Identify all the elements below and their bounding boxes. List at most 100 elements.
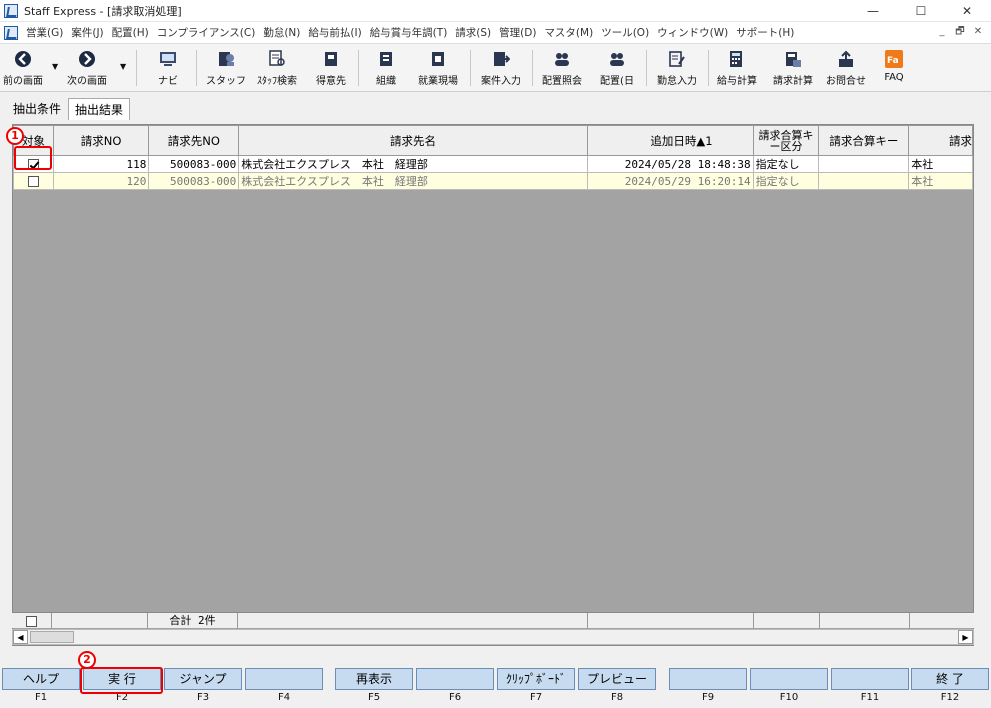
col-added-at[interactable]: 追加日時▲1: [586, 125, 754, 156]
mdi-app-icon[interactable]: [4, 25, 18, 40]
staff-button[interactable]: スタッフ: [204, 47, 248, 89]
mdi-minimize-button[interactable]: _: [935, 25, 949, 39]
billing-calc-icon: [783, 49, 803, 69]
arrow-right-icon: [77, 49, 97, 69]
client-button[interactable]: 得意先: [308, 47, 354, 89]
close-button[interactable]: ✕: [944, 0, 990, 22]
f10-button[interactable]: [750, 668, 828, 690]
mdi-restore-button[interactable]: 🗗: [953, 25, 967, 39]
billing-calc-button[interactable]: 請求計算: [766, 47, 820, 89]
people-day-icon: [607, 49, 627, 69]
mdi-close-button[interactable]: ✕: [971, 25, 985, 39]
menu-compliance[interactable]: コンプライアンス(C): [153, 25, 260, 40]
cell-added-at: 2024/05/28 18:48:38: [586, 155, 754, 173]
scroll-right-icon[interactable]: ▶: [958, 630, 973, 644]
scroll-left-icon[interactable]: ◀: [13, 630, 28, 644]
cell-billing-no: 120: [52, 172, 150, 190]
col-sum-key[interactable]: 請求合算キー: [818, 125, 910, 156]
table-row[interactable]: 120 500083-000 株式会社エクスプレス 本社 経理部 2024/05…: [13, 172, 973, 190]
f9-button[interactable]: [669, 668, 747, 690]
prev-dropdown-icon[interactable]: ▼: [52, 62, 58, 71]
menu-advance[interactable]: 給与前払(I): [304, 25, 365, 40]
org-button[interactable]: 組織: [366, 47, 406, 89]
menu-admin[interactable]: 管理(D): [495, 25, 540, 40]
col-billing-next[interactable]: 請求: [908, 125, 973, 156]
tab-conditions[interactable]: 抽出条件: [6, 97, 68, 120]
select-all-checkbox[interactable]: [26, 615, 37, 627]
cell-sum-key-type: 指定なし: [752, 155, 820, 173]
table-row[interactable]: 118 500083-000 株式会社エクスプレス 本社 経理部 2024/05…: [13, 155, 973, 173]
next-dropdown-icon[interactable]: ▼: [120, 62, 126, 71]
menu-master[interactable]: マスタ(M): [540, 25, 597, 40]
menu-sales[interactable]: 営業(G): [22, 25, 67, 40]
minimize-button[interactable]: —: [850, 0, 896, 22]
edit-doc-icon: [667, 49, 687, 69]
maximize-button[interactable]: ☐: [898, 0, 944, 22]
results-grid: 対象 請求NO 請求先NO 請求先名 追加日時▲1 請求合算キー区分 請求合算キ…: [12, 124, 974, 646]
menu-attendance[interactable]: 勤怠(N): [259, 25, 304, 40]
scroll-thumb[interactable]: [30, 631, 74, 643]
cell-billing-to-no: 500083-000: [148, 155, 240, 173]
case-input-icon: [491, 49, 511, 69]
f12-exit-button[interactable]: 終 了: [911, 668, 989, 690]
menu-support[interactable]: サポート(H): [732, 25, 798, 40]
menu-case[interactable]: 案件(J): [67, 25, 107, 40]
f3-jump-button[interactable]: ジャンプ: [164, 668, 242, 690]
attendance-input-button[interactable]: 勤怠入力: [650, 47, 704, 89]
svg-text:Fa: Fa: [887, 56, 899, 66]
case-input-button[interactable]: 案件入力: [474, 47, 528, 89]
upload-box-icon: [836, 49, 856, 69]
inquiry-button[interactable]: お問合せ: [822, 47, 870, 89]
staff-search-button[interactable]: ｽﾀｯﾌ検索: [250, 47, 304, 89]
f8-preview-button[interactable]: プレビュー: [578, 668, 656, 690]
menu-window[interactable]: ウィンドウ(W): [653, 25, 732, 40]
callout-2-box: [80, 667, 163, 694]
col-billing-to-no[interactable]: 請求先NO: [148, 125, 240, 156]
f6-button[interactable]: [416, 668, 494, 690]
next-screen-button[interactable]: 次の画面: [62, 47, 112, 89]
people-icon: [552, 49, 572, 69]
payroll-calc-button[interactable]: 給与計算: [710, 47, 764, 89]
cell-sum-key: [818, 155, 910, 173]
menu-billing[interactable]: 請求(S): [451, 25, 495, 40]
cell-sum-key-type: 指定なし: [752, 172, 820, 190]
menu-payroll[interactable]: 給与賞与年調(T): [366, 25, 452, 40]
assign-day-button[interactable]: 配置(日: [592, 47, 642, 89]
prev-screen-button[interactable]: 前の画面: [0, 47, 46, 89]
menu-assign[interactable]: 配置(H): [108, 25, 153, 40]
faq-button[interactable]: Fa FAQ: [874, 47, 914, 89]
window-title: Staff Express - [請求取消処理]: [24, 4, 182, 18]
faq-icon: Fa: [884, 49, 904, 69]
client-book-icon: [321, 49, 341, 69]
f7-clipboard-button[interactable]: ｸﾘｯﾌﾟﾎﾞｰﾄﾞ: [497, 668, 575, 690]
tab-strip: 抽出条件 抽出結果: [0, 97, 131, 120]
org-book-icon: [376, 49, 396, 69]
horizontal-scrollbar[interactable]: ◀ ▶: [12, 629, 974, 645]
cell-billing-next: 本社: [908, 155, 973, 173]
site-book-icon: [428, 49, 448, 69]
tab-results[interactable]: 抽出結果: [68, 98, 131, 120]
callout-1: 1: [6, 127, 24, 145]
arrow-left-icon: [13, 49, 33, 69]
f4-button[interactable]: [245, 668, 323, 690]
col-sum-key-type[interactable]: 請求合算キー区分: [752, 125, 820, 156]
f1-help-button[interactable]: ヘルプ: [2, 668, 80, 690]
monitor-icon: [158, 49, 178, 69]
navi-button[interactable]: ナビ: [148, 47, 188, 89]
app-icon: [4, 3, 18, 18]
menu-tools[interactable]: ツール(O): [597, 25, 653, 40]
cell-billing-to-name: 株式会社エクスプレス 本社 経理部: [238, 155, 588, 173]
results-table: 対象 請求NO 請求先NO 請求先名 追加日時▲1 請求合算キー区分 請求合算キ…: [13, 125, 973, 190]
f5-refresh-button[interactable]: 再表示: [335, 668, 413, 690]
col-billing-to-name[interactable]: 請求先名: [238, 125, 588, 156]
toolbar: 前の画面 ▼ 次の画面 ▼ ナビ スタッフ ｽﾀｯﾌ検索 得意先 組織 就業現場…: [0, 44, 991, 92]
row-checkbox[interactable]: [27, 176, 39, 187]
callout-1-box: [14, 146, 52, 170]
col-billing-no[interactable]: 請求NO: [52, 125, 150, 156]
f11-button[interactable]: [831, 668, 909, 690]
total-count: 合計 2件: [148, 613, 238, 629]
cell-billing-next: 本社: [908, 172, 973, 190]
assign-inquiry-button[interactable]: 配置照会: [536, 47, 588, 89]
site-button[interactable]: 就業現場: [412, 47, 464, 89]
cell-sum-key: [818, 172, 910, 190]
